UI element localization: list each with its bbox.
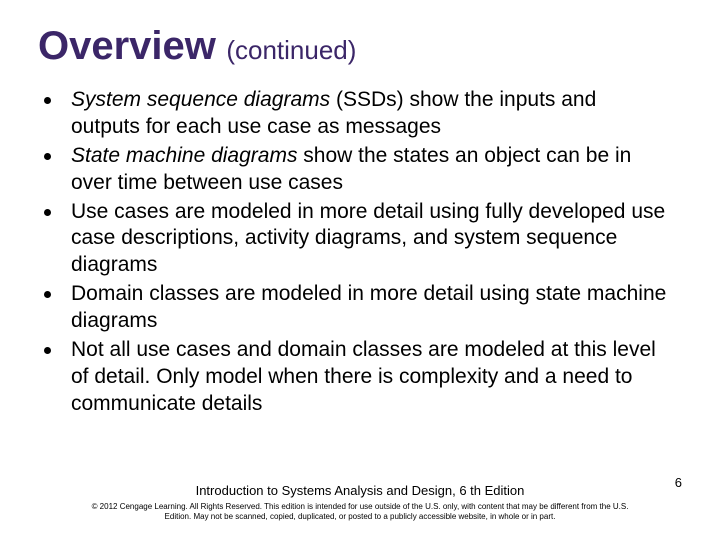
list-item: System sequence diagrams (SSDs) show the…	[44, 87, 670, 141]
bullet-icon	[44, 347, 51, 354]
bullet-icon	[44, 291, 51, 298]
bullet-text: Domain classes are modeled in more detai…	[71, 281, 670, 335]
list-item: State machine diagrams show the states a…	[44, 143, 670, 197]
bullet-text: Not all use cases and domain classes are…	[71, 337, 670, 418]
slide-title: Overview (continued)	[0, 0, 720, 69]
bullet-text: Use cases are modeled in more detail usi…	[71, 199, 670, 280]
bullet-rest: Not all use cases and domain classes are…	[71, 338, 656, 415]
bullet-rest: Domain classes are modeled in more detai…	[71, 282, 666, 332]
slide-footer: Introduction to Systems Analysis and Des…	[0, 483, 720, 522]
bullet-emph: State machine diagrams	[71, 144, 297, 167]
slide: Overview (continued) System sequence dia…	[0, 0, 720, 540]
bullet-icon	[44, 209, 51, 216]
footer-book-title: Introduction to Systems Analysis and Des…	[0, 483, 720, 498]
bullet-text: State machine diagrams show the states a…	[71, 143, 670, 197]
slide-body: System sequence diagrams (SSDs) show the…	[0, 69, 720, 418]
title-sub: (continued)	[226, 35, 356, 65]
footer-copyright: © 2012 Cengage Learning. All Rights Rese…	[0, 502, 720, 522]
title-main: Overview	[38, 24, 216, 68]
bullet-icon	[44, 97, 51, 104]
bullet-list: System sequence diagrams (SSDs) show the…	[44, 87, 670, 418]
bullet-text: System sequence diagrams (SSDs) show the…	[71, 87, 670, 141]
bullet-icon	[44, 153, 51, 160]
bullet-rest: Use cases are modeled in more detail usi…	[71, 200, 665, 277]
bullet-emph: System sequence diagrams	[71, 88, 330, 111]
list-item: Use cases are modeled in more detail usi…	[44, 199, 670, 280]
list-item: Not all use cases and domain classes are…	[44, 337, 670, 418]
list-item: Domain classes are modeled in more detai…	[44, 281, 670, 335]
